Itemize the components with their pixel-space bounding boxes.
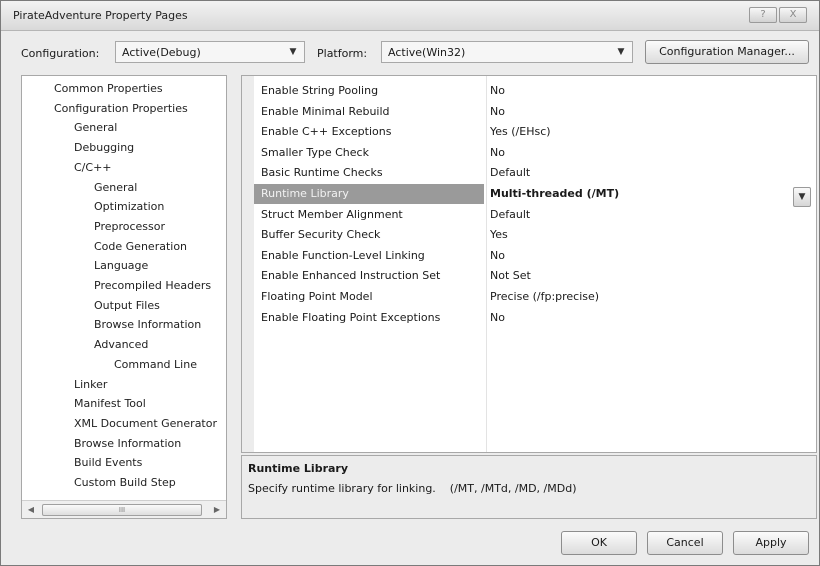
tree-item[interactable]: XML Document Generator bbox=[74, 417, 217, 435]
property-row[interactable]: Enable Minimal Rebuild No bbox=[254, 102, 816, 122]
property-row[interactable]: Struct Member Alignment Default bbox=[254, 205, 816, 225]
tree-item[interactable]: Debugging bbox=[74, 141, 134, 159]
property-value[interactable]: No bbox=[490, 146, 505, 159]
tree-item[interactable]: Browse Information bbox=[74, 437, 181, 455]
configuration-value: Active(Debug) bbox=[122, 46, 201, 59]
property-row[interactable]: Basic Runtime Checks Default bbox=[254, 163, 816, 183]
property-row[interactable]: Runtime Library Multi-threaded (/MT) bbox=[254, 184, 816, 204]
chevron-down-icon: ▼ bbox=[617, 47, 625, 57]
tree-item[interactable]: Output Files bbox=[94, 299, 160, 317]
platform-value: Active(Win32) bbox=[388, 46, 466, 59]
configuration-bar: Configuration: Active(Debug) ▼ Platform:… bbox=[1, 39, 819, 67]
tree-item[interactable]: Common Properties bbox=[54, 82, 163, 100]
grid-gutter bbox=[242, 76, 254, 452]
apply-button[interactable]: Apply bbox=[733, 531, 809, 555]
property-grid[interactable]: Enable String Pooling No Enable Minimal Re… bbox=[241, 75, 817, 453]
scroll-right-icon[interactable]: ▶ bbox=[211, 504, 223, 516]
tree-item[interactable]: Code Generation bbox=[94, 240, 187, 258]
tree-item[interactable]: Precompiled Headers bbox=[94, 279, 211, 297]
property-name: Buffer Security Check bbox=[261, 228, 381, 242]
property-name: Basic Runtime Checks bbox=[261, 166, 383, 180]
tree-item[interactable]: C/C++ bbox=[74, 161, 112, 179]
property-name: Enable Floating Point Exceptions bbox=[261, 310, 441, 324]
property-value[interactable]: Precise (/fp:precise) bbox=[490, 290, 599, 303]
tree-item[interactable]: Manifest Tool bbox=[74, 397, 146, 415]
description-text: Specify runtime library for linking. (/M… bbox=[248, 482, 577, 495]
property-name: Enable Minimal Rebuild bbox=[261, 104, 390, 118]
property-name: Enable String Pooling bbox=[261, 84, 379, 97]
configuration-label: Configuration: bbox=[21, 47, 100, 60]
property-value[interactable]: Yes bbox=[490, 228, 508, 241]
title-bar[interactable]: PirateAdventure Property Pages ? X bbox=[1, 1, 819, 31]
property-pages-dialog: PirateAdventure Property Pages ? X Confi… bbox=[0, 0, 820, 566]
property-name: Enable Function-Level Linking bbox=[261, 248, 425, 262]
property-value[interactable]: Default bbox=[490, 166, 530, 179]
property-name: Enable Enhanced Instruction Set bbox=[261, 269, 441, 283]
tree-item[interactable]: Browse Information bbox=[94, 318, 201, 336]
property-row[interactable]: Enable Function-Level Linking No bbox=[254, 246, 816, 266]
tree-item[interactable]: Linker bbox=[74, 378, 107, 396]
property-row[interactable]: Floating Point Model Precise (/fp:precise… bbox=[254, 287, 816, 307]
scroll-thumb[interactable]: III bbox=[42, 504, 202, 516]
property-value[interactable]: Yes (/EHsc) bbox=[490, 125, 551, 138]
platform-dropdown[interactable]: Active(Win32) ▼ bbox=[381, 41, 633, 63]
help-button[interactable]: ? bbox=[749, 7, 777, 23]
window-title: PirateAdventure Property Pages bbox=[13, 9, 188, 22]
property-row[interactable]: Enable C++ Exceptions Yes (/EHsc) bbox=[254, 122, 816, 142]
category-tree[interactable]: Common Properties Configuration Propertie… bbox=[21, 75, 227, 519]
configuration-dropdown[interactable]: Active(Debug) ▼ bbox=[115, 41, 305, 63]
tree-item[interactable]: Custom Build Step bbox=[74, 476, 176, 494]
tree-item[interactable]: Command Line bbox=[114, 358, 197, 376]
chevron-down-icon: ▼ bbox=[289, 47, 297, 57]
description-title: Runtime Library bbox=[248, 462, 349, 475]
value-dropdown-button[interactable]: ▼ bbox=[793, 187, 811, 207]
property-value[interactable]: No bbox=[490, 84, 505, 97]
tree-item[interactable]: Preprocessor bbox=[94, 220, 165, 238]
property-name: Enable C++ Exceptions bbox=[261, 125, 392, 139]
property-name: Struct Member Alignment bbox=[261, 207, 403, 221]
scroll-left-icon[interactable]: ◀ bbox=[25, 504, 37, 516]
property-name: Runtime Library bbox=[261, 187, 349, 200]
tree-item[interactable]: Configuration Properties bbox=[54, 102, 188, 120]
configuration-manager-button[interactable]: Configuration Manager... bbox=[645, 40, 809, 64]
property-value[interactable]: Multi-threaded (/MT) bbox=[490, 187, 619, 200]
property-row[interactable]: Enable String Pooling No bbox=[254, 81, 816, 101]
property-row[interactable]: Enable Enhanced Instruction Set Not Set bbox=[254, 266, 816, 286]
property-value[interactable]: Default bbox=[490, 208, 530, 221]
property-row[interactable]: Smaller Type Check No bbox=[254, 143, 816, 163]
tree-item[interactable]: General bbox=[94, 181, 137, 199]
tree-item[interactable]: Optimization bbox=[94, 200, 164, 218]
property-name: Smaller Type Check bbox=[261, 145, 369, 159]
property-value[interactable]: No bbox=[490, 311, 505, 324]
horizontal-scrollbar[interactable]: ◀ III ▶ bbox=[22, 500, 226, 518]
ok-button[interactable]: OK bbox=[561, 531, 637, 555]
property-row[interactable]: Buffer Security Check Yes bbox=[254, 225, 816, 245]
property-value[interactable]: Not Set bbox=[490, 269, 531, 282]
tree-item[interactable]: Language bbox=[94, 259, 148, 277]
tree-item[interactable]: Advanced bbox=[94, 338, 148, 356]
cancel-button[interactable]: Cancel bbox=[647, 531, 723, 555]
property-value[interactable]: No bbox=[490, 105, 505, 118]
platform-label: Platform: bbox=[317, 47, 368, 60]
tree-item[interactable]: General bbox=[74, 121, 117, 139]
tree-item[interactable]: Build Events bbox=[74, 456, 142, 474]
close-button[interactable]: X bbox=[779, 7, 807, 23]
property-name: Floating Point Model bbox=[261, 290, 373, 303]
property-row[interactable]: Enable Floating Point Exceptions No bbox=[254, 308, 816, 328]
property-value[interactable]: No bbox=[490, 249, 505, 262]
description-panel: Runtime Library Specify runtime library … bbox=[241, 455, 817, 519]
